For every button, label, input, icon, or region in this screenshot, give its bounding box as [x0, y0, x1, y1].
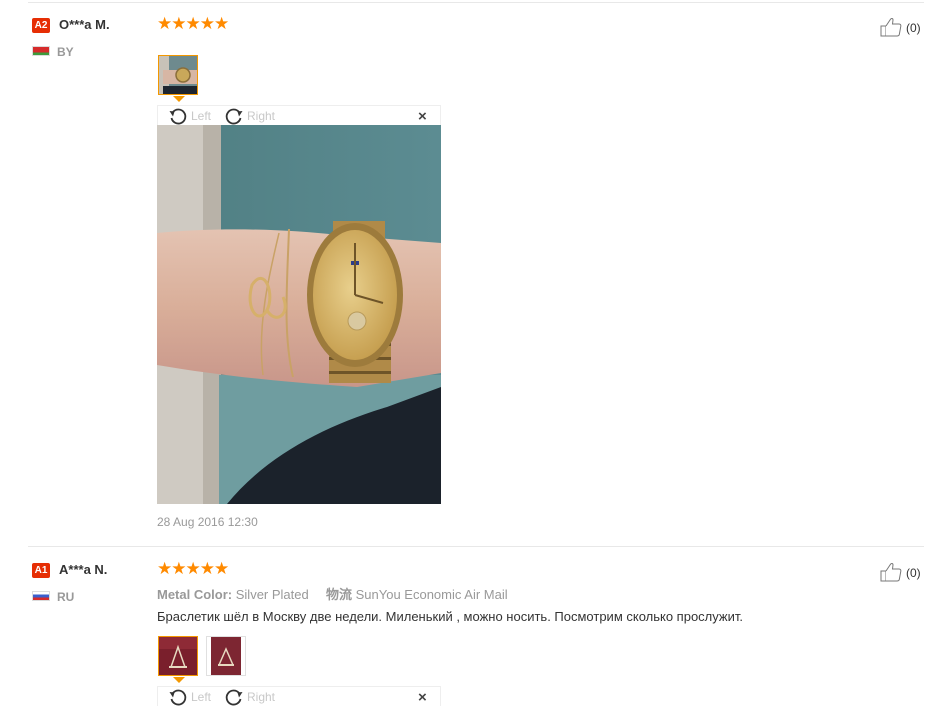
photo-viewer-toolbar: Left Right ×	[157, 105, 441, 125]
review-photo-thumbnail[interactable]	[158, 636, 198, 676]
review-photo-large	[157, 125, 441, 504]
metal-color-value: Silver Plated	[235, 587, 309, 602]
flag-icon-by	[32, 46, 50, 56]
rating-stars: ★★★★★	[157, 559, 229, 578]
review-photo-thumbnail[interactable]	[206, 636, 246, 676]
reviewer-name: O***a M.	[59, 17, 110, 32]
review-divider	[28, 546, 924, 547]
thumbs-up-icon[interactable]	[880, 562, 902, 582]
shipping-key: 物流	[325, 587, 352, 602]
thumbs-up-icon[interactable]	[880, 17, 902, 37]
rotate-left-label[interactable]: Left	[191, 690, 211, 704]
reviewer-country: RU	[57, 590, 75, 604]
rotate-right-label[interactable]: Right	[247, 109, 275, 123]
level-badge: A2	[32, 18, 50, 33]
review-product-meta: Metal Color: Silver Plated 物流 SunYou Eco…	[157, 584, 508, 603]
metal-color-key: Metal Color:	[157, 587, 233, 602]
review-date: 28 Aug 2016 12:30	[157, 515, 258, 529]
level-badge: A1	[32, 563, 50, 578]
rotate-right-icon[interactable]	[224, 106, 244, 126]
photo-viewer-toolbar: Left Right ×	[157, 686, 441, 706]
flag-icon-ru	[32, 591, 50, 601]
close-viewer-button[interactable]: ×	[418, 689, 427, 706]
rotate-left-icon[interactable]	[168, 106, 188, 126]
rotate-right-icon[interactable]	[224, 687, 244, 707]
top-divider	[28, 2, 924, 3]
rotate-left-label[interactable]: Left	[191, 109, 211, 123]
shipping-value: SunYou Economic Air Mail	[355, 587, 508, 602]
rotate-left-icon[interactable]	[168, 687, 188, 707]
thumbnail-pointer	[173, 96, 185, 102]
like-count: (0)	[906, 21, 921, 35]
reviewer-country: BY	[57, 45, 74, 59]
close-viewer-button[interactable]: ×	[418, 108, 427, 125]
reviewer-name: A***a N.	[59, 562, 108, 577]
rating-stars: ★★★★★	[157, 14, 229, 33]
thumbnail-pointer	[173, 677, 185, 683]
review-photo-thumbnail[interactable]	[158, 55, 198, 95]
like-count: (0)	[906, 566, 921, 580]
rotate-right-label[interactable]: Right	[247, 690, 275, 704]
review-text: Браслетик шёл в Москву две недели. Милен…	[157, 609, 743, 624]
